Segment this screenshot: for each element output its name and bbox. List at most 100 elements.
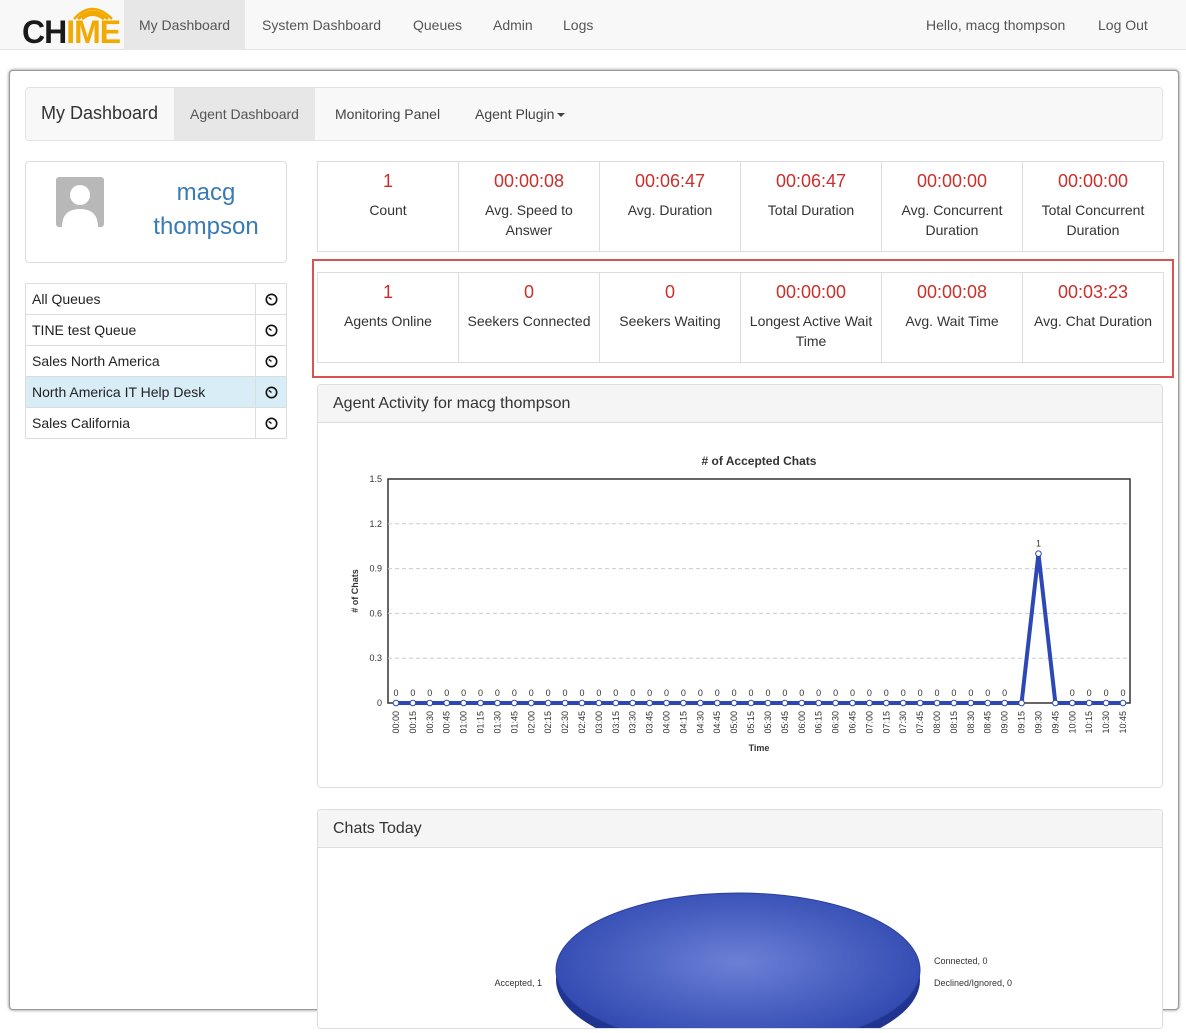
data-label: 0	[732, 688, 737, 698]
x-tick-label: 09:30	[1033, 711, 1043, 734]
data-label: 0	[1104, 688, 1109, 698]
data-label: 0	[901, 688, 906, 698]
queue-item-na-it-help-desk[interactable]: North America IT Help Desk	[26, 377, 286, 408]
pie-label: Accepted, 1	[494, 978, 542, 988]
data-label: 0	[393, 688, 398, 698]
data-point	[494, 699, 501, 707]
user-greeting[interactable]: Hello, macg thompson	[911, 0, 1080, 50]
stats-row-agent: 1 Count 00:00:08 Avg. Speed to Answer 00:0…	[317, 161, 1164, 253]
stat-label: Avg. Chat Duration	[1033, 313, 1153, 329]
y-tick-label: 0.9	[369, 564, 382, 574]
data-label: 1	[1036, 539, 1041, 549]
data-label: 0	[613, 688, 618, 698]
y-axis-label: # of Chats	[350, 569, 360, 613]
stat-avg-concurrent-duration: 00:00:00 Avg. Concurrent Duration	[881, 161, 1023, 252]
stat-avg-duration: 00:06:47 Avg. Duration	[599, 161, 741, 252]
stat-value: 0	[523, 282, 534, 302]
data-point	[1068, 699, 1076, 707]
stat-seekers-connected: 0 Seekers Connected	[458, 272, 600, 363]
nav-admin[interactable]: Admin	[478, 0, 548, 50]
pie-slice	[555, 892, 921, 1033]
data-label: 0	[1070, 688, 1075, 698]
stat-label: Avg. Wait Time	[905, 313, 999, 329]
nav-logs[interactable]: Logs	[548, 0, 608, 50]
data-label: 0	[782, 688, 787, 698]
stat-agents-online: 1 Agents Online	[317, 272, 459, 363]
x-tick-label: 05:00	[729, 711, 739, 734]
queue-label: Sales North America	[32, 353, 160, 369]
gauge-icon[interactable]	[255, 315, 286, 345]
nav-my-dashboard[interactable]: My Dashboard	[124, 0, 246, 50]
gauge-icon[interactable]	[255, 377, 286, 407]
data-label: 0	[664, 688, 669, 698]
x-tick-label: 04:00	[662, 711, 672, 734]
data-label: 0	[935, 688, 940, 698]
queue-item-sales-north-america[interactable]: Sales North America	[26, 346, 286, 377]
data-point	[1102, 699, 1110, 707]
data-label: 0	[579, 688, 584, 698]
data-label: 0	[884, 688, 889, 698]
tab-monitoring-panel[interactable]: Monitoring Panel	[319, 88, 456, 140]
top-navbar: CHIME My Dashboard System Dashboard Queu…	[0, 0, 1186, 50]
logout-link[interactable]: Log Out	[1083, 0, 1163, 50]
stat-label: Total Concurrent Duration	[1041, 202, 1145, 238]
gauge-icon[interactable]	[255, 408, 286, 438]
x-tick-label: 04:15	[678, 711, 688, 734]
chart-title: # of Accepted Chats	[702, 454, 817, 468]
queue-item-all-queues[interactable]: All Queues	[26, 284, 286, 315]
data-label: 0	[951, 688, 956, 698]
data-point	[899, 699, 907, 707]
queue-label: North America IT Help Desk	[32, 384, 206, 400]
stat-label: Longest Active Wait Time	[749, 313, 873, 349]
nav-queues[interactable]: Queues	[398, 0, 477, 50]
stat-label: Avg. Duration	[627, 202, 713, 218]
subnav-brand[interactable]: My Dashboard	[41, 88, 158, 140]
chime-logo[interactable]: CHIME	[22, 3, 126, 48]
x-tick-label: 00:45	[442, 711, 452, 734]
data-label: 0	[765, 688, 770, 698]
data-point	[832, 699, 839, 707]
y-tick-label: 1.2	[369, 519, 382, 529]
data-label: 0	[444, 688, 449, 698]
accepted-chats-chart: # of Accepted Chats 0 0.3 0.6 0.9 1.2 1.5 # of …	[350, 454, 1131, 753]
stat-label: Avg. Concurrent Duration	[901, 202, 1003, 238]
data-label: 0	[647, 688, 652, 698]
tab-agent-dashboard[interactable]: Agent Dashboard	[174, 88, 315, 140]
dashboard-subnav: My Dashboard Agent Dashboard Monitoring …	[25, 87, 1163, 141]
x-tick-label: 10:00	[1067, 711, 1077, 734]
data-label: 0	[799, 688, 804, 698]
data-label: 0	[427, 688, 432, 698]
data-point	[460, 699, 467, 707]
stat-total-duration: 00:06:47 Total Duration	[740, 161, 882, 252]
stat-label: Count	[369, 202, 407, 218]
data-point	[629, 699, 636, 707]
queue-item-sales-california[interactable]: Sales California	[26, 408, 286, 439]
data-label: 0	[546, 688, 551, 698]
data-label: 0	[478, 688, 483, 698]
data-point	[747, 699, 755, 707]
nav-system-dashboard[interactable]: System Dashboard	[247, 0, 396, 50]
x-tick-label: 08:15	[949, 711, 959, 734]
x-tick-label: 00:15	[408, 711, 418, 734]
profile-name[interactable]: macg thompson	[131, 176, 281, 244]
x-tick-label: 10:30	[1101, 711, 1111, 734]
gauge-icon[interactable]	[255, 346, 286, 376]
stat-label: Total Duration	[767, 202, 855, 218]
x-tick-label: 08:30	[966, 711, 976, 734]
data-point	[426, 699, 434, 707]
data-point	[544, 699, 552, 707]
queue-item-tine-test[interactable]: TINE test Queue	[26, 315, 286, 346]
gauge-icon[interactable]	[255, 284, 286, 314]
data-point	[967, 699, 975, 707]
tab-agent-plugin[interactable]: Agent Plugin	[459, 88, 581, 140]
data-label: 0	[715, 688, 720, 698]
data-point	[849, 699, 856, 707]
data-label: 0	[1002, 688, 1007, 698]
x-tick-label: 03:30	[628, 711, 638, 734]
data-label: 0	[850, 688, 855, 698]
data-label: 0	[1120, 688, 1125, 698]
x-tick-label: 06:00	[797, 711, 807, 734]
stat-count: 1 Count	[317, 161, 459, 252]
x-tick-label: 06:30	[831, 711, 841, 734]
stats-row-queue: 1 Agents Online 0 Seekers Connected 0 Seeke…	[317, 272, 1164, 364]
